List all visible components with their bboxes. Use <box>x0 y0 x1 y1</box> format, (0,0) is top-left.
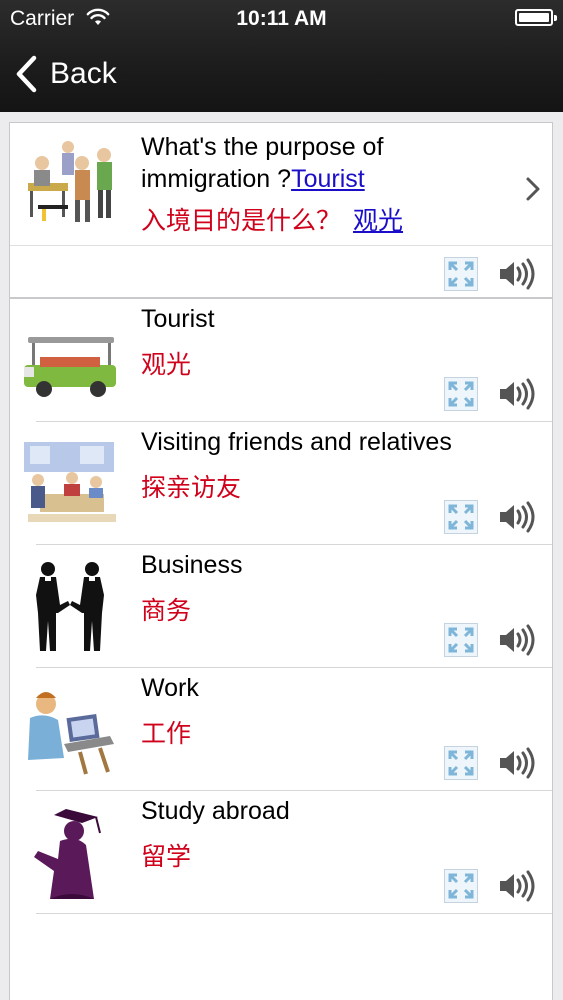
answer-link-chinese[interactable]: 观光 <box>353 207 403 235</box>
item-english: Study abroad <box>141 797 290 825</box>
status-bar: Carrier 10:11 AM <box>0 0 563 36</box>
office-worker-image <box>28 692 114 775</box>
question-chinese: 入境目的是什么？ 观光 <box>141 201 403 237</box>
family-gathering-image <box>24 442 116 522</box>
item-chinese: 留学 <box>141 843 192 871</box>
expand-button[interactable] <box>444 257 478 291</box>
list-item[interactable]: Business 商务 <box>10 545 552 668</box>
item-chinese: 商务 <box>141 597 192 625</box>
item-english: Tourist <box>141 305 215 333</box>
speaker-icon[interactable] <box>496 744 540 782</box>
question-text-zh: 入境目的是什么？ <box>141 207 342 235</box>
list-item[interactable]: Tourist 观光 <box>10 299 552 422</box>
divider <box>36 913 552 914</box>
list-item[interactable]: Work 工作 <box>10 668 552 791</box>
expand-icon <box>448 627 474 653</box>
expand-button[interactable] <box>444 623 478 657</box>
top-bar: Carrier 10:11 AM Back <box>0 0 563 112</box>
back-button[interactable]: Back <box>14 52 117 96</box>
item-chinese: 观光 <box>141 351 192 379</box>
expand-icon <box>448 261 474 287</box>
item-english: Visiting friends and relatives <box>141 428 452 456</box>
item-english: Business <box>141 551 243 579</box>
list-item[interactable]: Visiting friends and relatives 探亲访友 <box>10 422 552 545</box>
back-label: Back <box>50 57 117 90</box>
clock: 10:11 AM <box>236 7 327 30</box>
tourist-bus-image <box>24 337 116 397</box>
chevron-left-icon <box>16 55 37 93</box>
item-chinese: 工作 <box>141 720 192 748</box>
expand-button[interactable] <box>444 500 478 534</box>
speaker-icon[interactable] <box>496 375 540 413</box>
expand-icon <box>448 381 474 407</box>
battery-icon <box>515 9 557 26</box>
expand-button[interactable] <box>444 746 478 780</box>
question-row[interactable]: What's the purpose of immigration ?Touri… <box>10 123 552 299</box>
list-item[interactable]: Study abroad 留学 <box>10 791 552 914</box>
divider <box>10 245 552 246</box>
handshake-image <box>36 562 104 651</box>
speaker-icon[interactable] <box>496 255 540 293</box>
expand-icon <box>448 750 474 776</box>
expand-icon <box>448 873 474 899</box>
item-chinese: 探亲访友 <box>141 474 242 502</box>
answer-link-english[interactable]: Tourist <box>291 165 365 193</box>
speaker-icon[interactable] <box>496 498 540 536</box>
expand-button[interactable] <box>444 377 478 411</box>
expand-icon <box>448 504 474 530</box>
immigration-counter-image <box>20 133 120 233</box>
graduate-image <box>34 809 101 899</box>
content-panel: What's the purpose of immigration ?Touri… <box>9 122 553 1000</box>
expand-button[interactable] <box>444 869 478 903</box>
chevron-right-icon[interactable] <box>524 175 542 203</box>
speaker-icon[interactable] <box>496 621 540 659</box>
speaker-icon[interactable] <box>496 867 540 905</box>
item-english: Work <box>141 674 199 702</box>
question-english: What's the purpose of immigration ?Touri… <box>141 131 511 195</box>
